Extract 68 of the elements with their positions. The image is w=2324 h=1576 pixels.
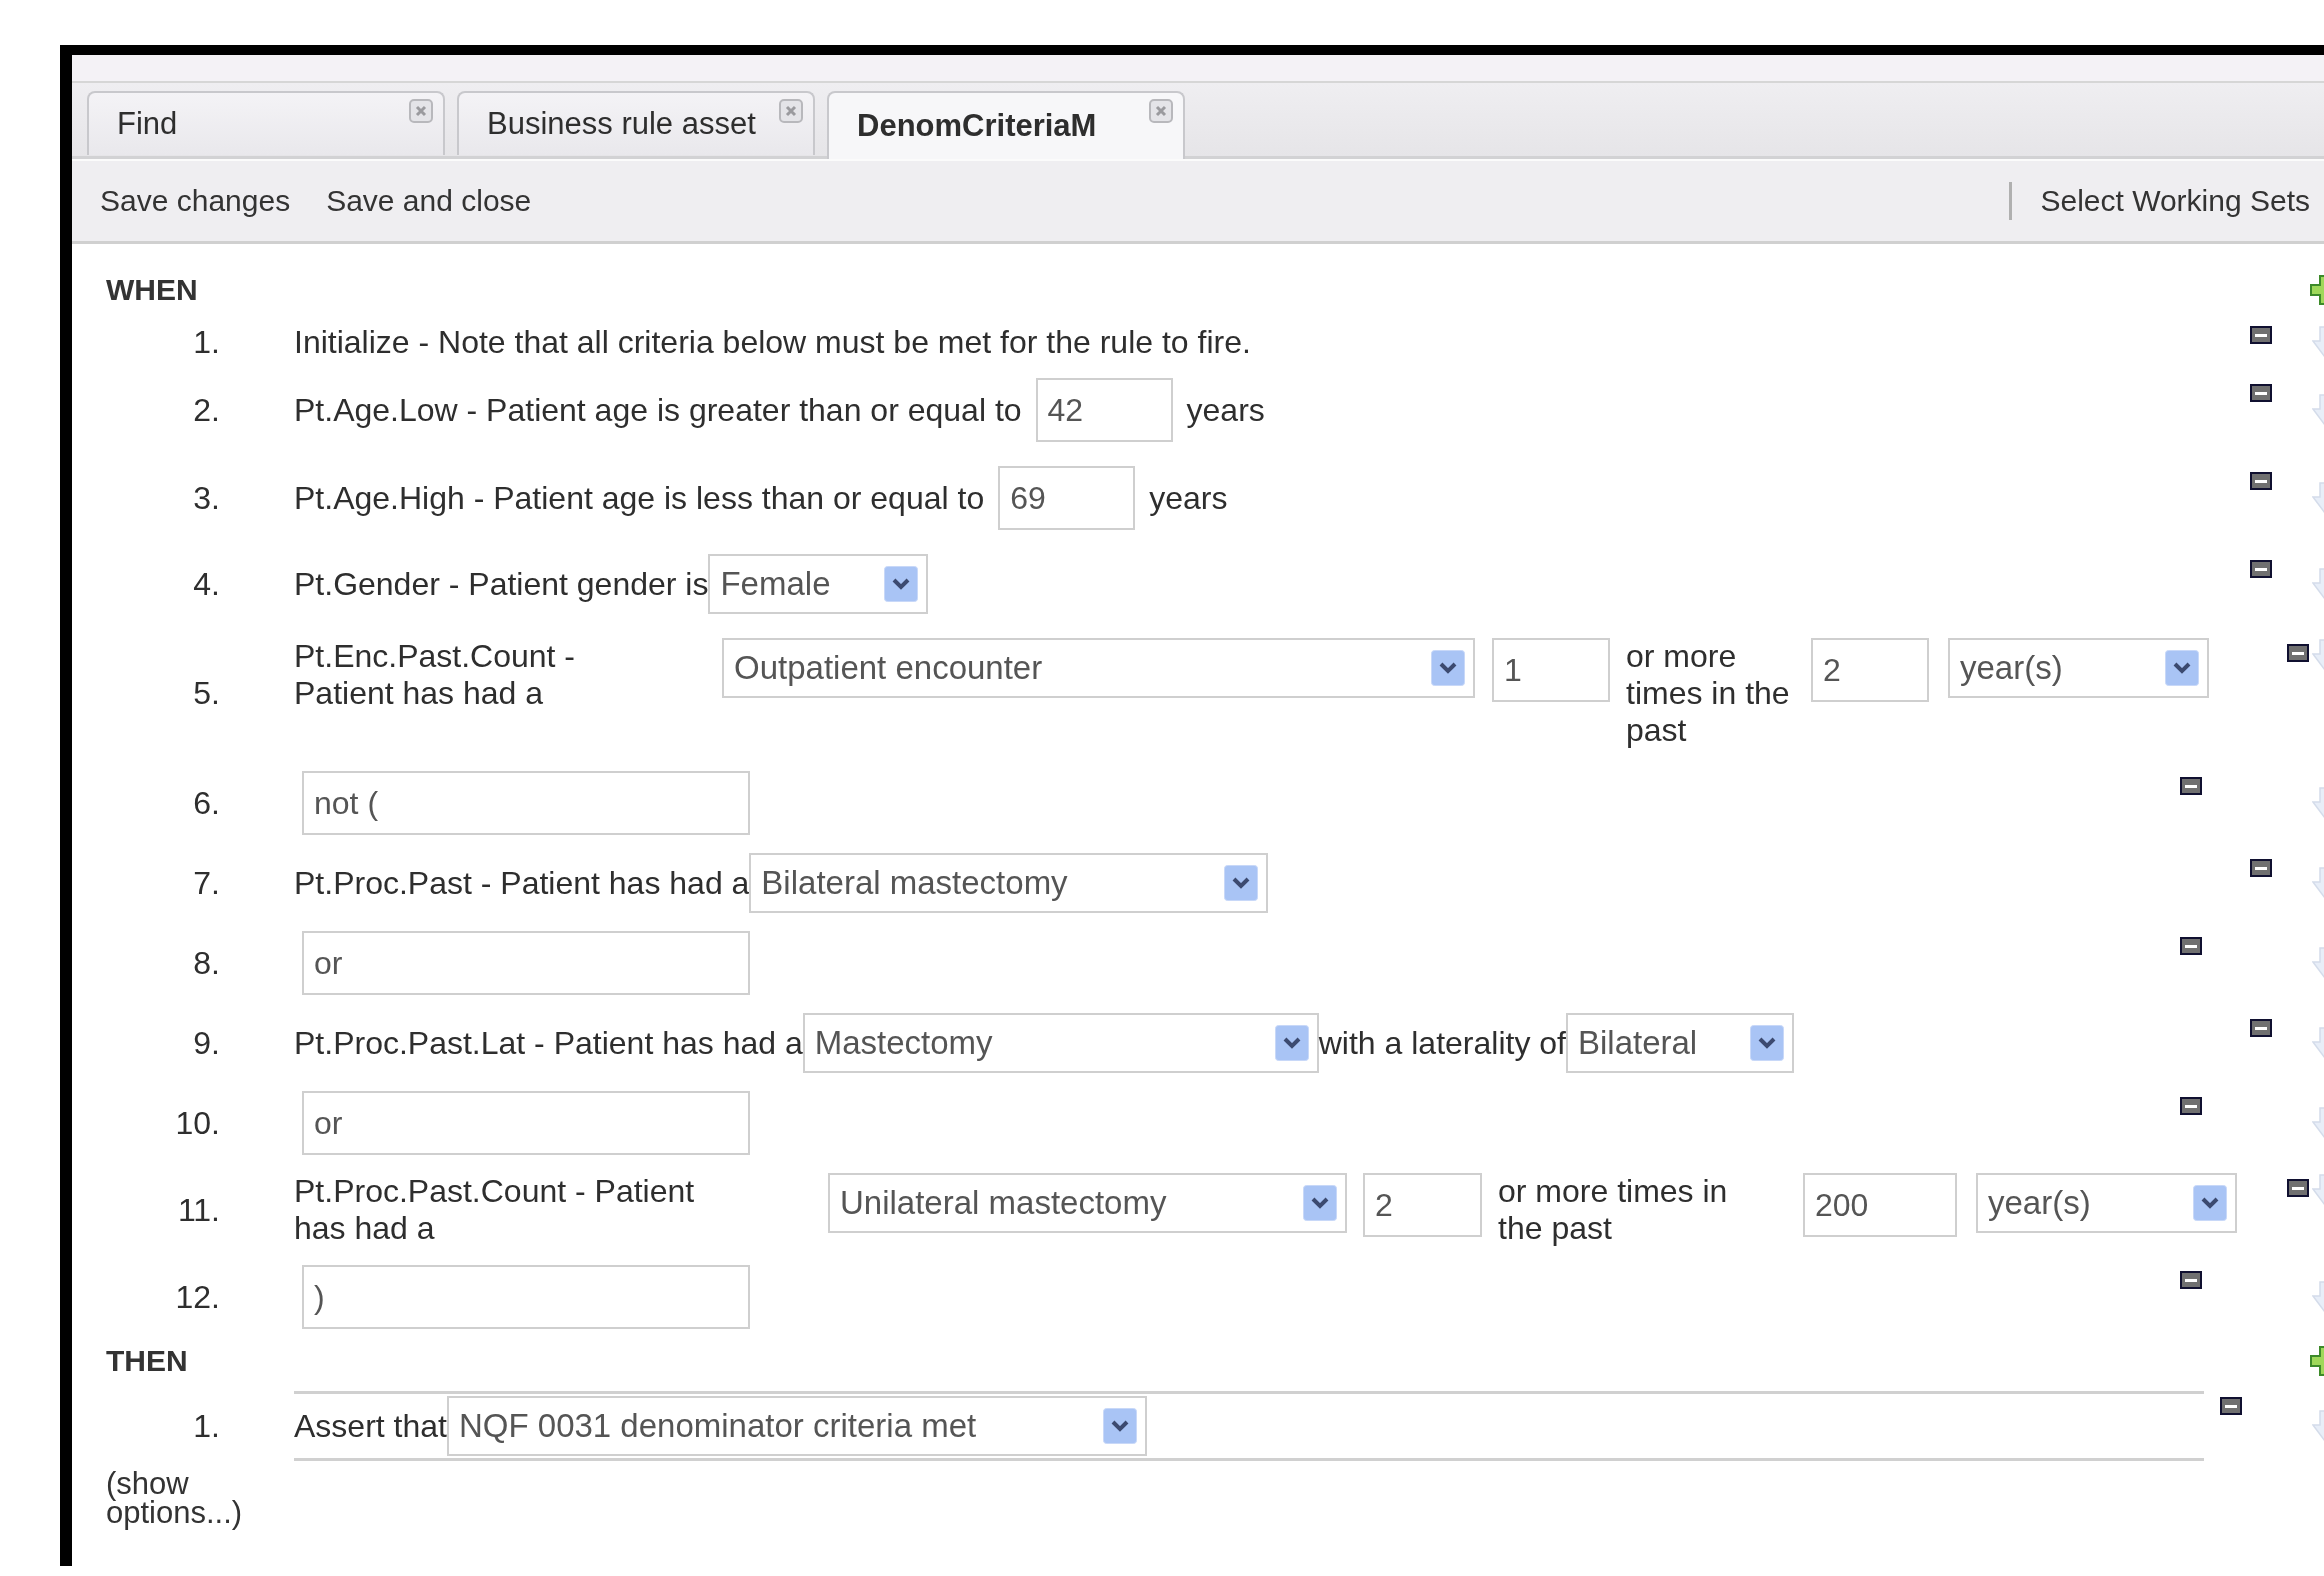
section-heading: WHEN bbox=[106, 273, 198, 307]
row-number: 6. bbox=[192, 784, 220, 822]
dropdown[interactable]: year(s) bbox=[1976, 1173, 2237, 1233]
remove-icon[interactable] bbox=[2250, 384, 2272, 402]
dropdown[interactable]: NQF 0031 denominator criteria met bbox=[446, 1396, 1147, 1456]
row-number: 2. bbox=[192, 391, 220, 429]
text-field[interactable]: 1 bbox=[1492, 638, 1610, 702]
row-number: 10. bbox=[174, 1104, 220, 1142]
row-number: 7. bbox=[192, 864, 220, 902]
tab[interactable]: Business rule asset bbox=[457, 91, 815, 155]
dropdown[interactable]: Outpatient encounter bbox=[722, 638, 1475, 698]
rule-text: years bbox=[1149, 479, 1228, 517]
dropdown[interactable]: Unilateral mastectomy bbox=[828, 1173, 1347, 1233]
rule-text: Pt.Proc.Past.Lat - Patient has had a bbox=[294, 1024, 803, 1062]
rule-text: Pt.Gender - Patient gender is bbox=[294, 565, 709, 603]
toolbar-button[interactable]: Save changes bbox=[100, 184, 291, 218]
rule-text: or more times in the past bbox=[1498, 1173, 1729, 1247]
remove-icon[interactable] bbox=[2180, 937, 2202, 955]
section-heading: THEN bbox=[106, 1344, 188, 1378]
remove-icon[interactable] bbox=[2180, 777, 2202, 795]
remove-icon[interactable] bbox=[2287, 1179, 2309, 1197]
toolbar-button[interactable]: Save and close bbox=[326, 184, 532, 218]
row-number: 11. bbox=[176, 1191, 220, 1229]
rule-text: with a laterality of bbox=[1318, 1024, 1566, 1062]
tab[interactable]: Find bbox=[87, 91, 445, 155]
rule-text: Initialize - Note that all criteria below must be met for the rule to fire. bbox=[294, 323, 1251, 361]
rule-text: Assert that bbox=[294, 1407, 447, 1445]
remove-icon[interactable] bbox=[2180, 1097, 2202, 1115]
remove-icon[interactable] bbox=[2250, 859, 2272, 877]
remove-icon[interactable] bbox=[2180, 1271, 2202, 1289]
tab[interactable]: DenomCriteriaM bbox=[827, 91, 1185, 159]
row-number: 1. bbox=[192, 1407, 220, 1445]
remove-icon[interactable] bbox=[2250, 326, 2272, 344]
show-options-link[interactable]: (show options...) bbox=[106, 1469, 286, 1528]
remove-icon[interactable] bbox=[2250, 1019, 2272, 1037]
row-number: 5. bbox=[192, 675, 220, 712]
dropdown[interactable]: Mastectomy bbox=[802, 1013, 1319, 1073]
rule-text: years bbox=[1186, 391, 1265, 429]
row-number: 3. bbox=[192, 479, 220, 517]
text-field[interactable]: 200 bbox=[1803, 1173, 1957, 1237]
text-field[interactable]: 69 bbox=[998, 466, 1136, 530]
rule-text: Pt.Age.High - Patient age is less than or equal to bbox=[294, 479, 985, 517]
text-field[interactable]: 42 bbox=[1035, 378, 1173, 442]
dropdown[interactable]: Bilateral mastectomy bbox=[749, 853, 1269, 913]
text-field[interactable]: 2 bbox=[1811, 638, 1929, 702]
text-field[interactable]: ) bbox=[302, 1265, 750, 1329]
rule-text: Pt.Age.Low - Patient age is greater than or equal to bbox=[294, 391, 1022, 429]
dropdown[interactable]: Bilateral bbox=[1565, 1013, 1794, 1073]
row-number: 9. bbox=[192, 1024, 220, 1062]
rule-text: Pt.Enc.Past.Count - Patient has had a bbox=[294, 638, 576, 712]
dropdown[interactable]: year(s) bbox=[1948, 638, 2209, 698]
row-number: 12. bbox=[174, 1278, 220, 1316]
text-field[interactable]: or bbox=[302, 931, 750, 995]
rule-text: or more times in the past bbox=[1626, 638, 1791, 749]
remove-icon[interactable] bbox=[2250, 560, 2272, 578]
text-field[interactable]: or bbox=[302, 1091, 750, 1155]
row-number: 8. bbox=[192, 944, 220, 982]
row-number: 4. bbox=[192, 565, 220, 603]
rule-text: Pt.Proc.Past - Patient has had a bbox=[294, 864, 750, 902]
remove-icon[interactable] bbox=[2250, 472, 2272, 490]
rule-text: Pt.Proc.Past.Count - Patient has had a bbox=[294, 1173, 696, 1247]
remove-icon[interactable] bbox=[2287, 644, 2309, 662]
row-number: 1. bbox=[192, 323, 220, 361]
toolbar-button[interactable]: Select Working Sets bbox=[2040, 184, 2310, 218]
text-field[interactable]: not ( bbox=[302, 771, 750, 835]
dropdown[interactable]: Female bbox=[708, 554, 929, 614]
remove-icon[interactable] bbox=[2220, 1397, 2242, 1415]
text-field[interactable]: 2 bbox=[1363, 1173, 1482, 1237]
